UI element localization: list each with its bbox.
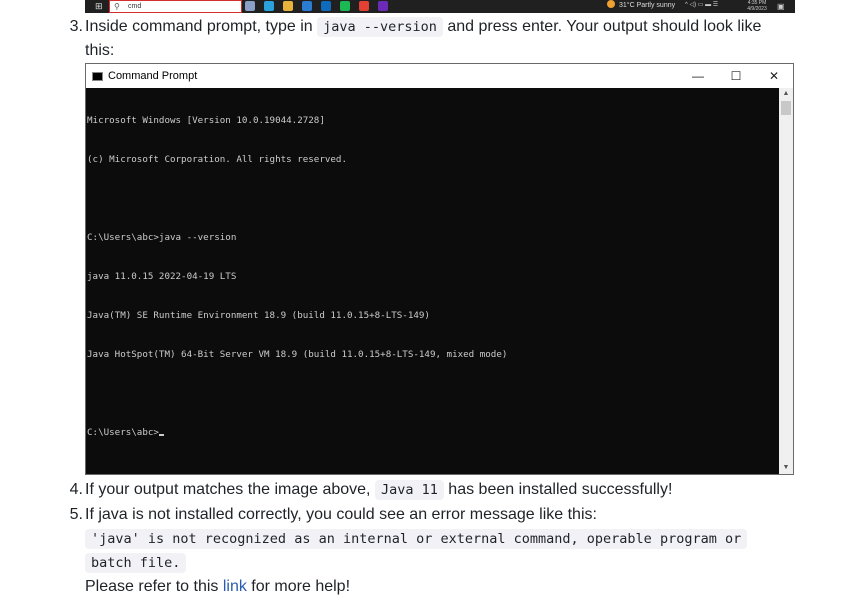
command-prompt-icon xyxy=(92,72,103,81)
console-line: Java(TM) SE Runtime Environment 18.9 (bu… xyxy=(87,310,430,321)
step-number: 3. xyxy=(69,18,83,35)
terminal-app-icon[interactable] xyxy=(378,1,388,11)
step-number: 4. xyxy=(69,481,83,498)
step-text: If java is not installed correctly, you … xyxy=(85,506,597,523)
error-code-block: batch file. xyxy=(85,553,187,573)
step-text-part: and press enter. Your output should look… xyxy=(442,18,762,35)
step-number: 5. xyxy=(69,506,83,523)
windows-start-icon[interactable]: ⊞ xyxy=(95,2,103,11)
code-wrapper: batch file. xyxy=(85,551,187,575)
help-text: Please refer to this link for more help! xyxy=(85,575,350,599)
command-prompt-window: Command Prompt — ☐ ✕ Microsoft Windows [… xyxy=(85,63,794,475)
close-button[interactable]: ✕ xyxy=(755,64,793,88)
help-link[interactable]: link xyxy=(223,578,247,595)
scroll-up-arrow-icon[interactable]: ▲ xyxy=(779,88,793,100)
error-code-block: 'java' is not recognized as an internal … xyxy=(85,529,748,549)
console-line: Microsoft Windows [Version 10.0.19044.27… xyxy=(87,115,325,126)
console-line: C:\Users\abc>java --version xyxy=(87,232,237,243)
vertical-scrollbar[interactable]: ▲ ▼ xyxy=(779,88,793,474)
outlook-icon[interactable] xyxy=(321,1,331,11)
console-prompt-line[interactable]: C:\Users\abc> xyxy=(87,426,777,439)
task-view-icon[interactable] xyxy=(245,1,255,11)
step-text: If your output matches the image above, … xyxy=(85,478,672,502)
weather-text: 31°C Partly sunny xyxy=(619,2,676,9)
step-text-part: has been installed successfully! xyxy=(443,481,673,498)
window-titlebar: Command Prompt — ☐ ✕ xyxy=(86,64,793,88)
console-output: Microsoft Windows [Version 10.0.19044.27… xyxy=(87,88,777,474)
taskbar-weather[interactable]: 31°C Partly sunny xyxy=(607,0,675,11)
step-text-part: for more help! xyxy=(246,578,351,595)
console-prompt: C:\Users\abc> xyxy=(87,427,159,438)
console-line: Java HotSpot(TM) 64-Bit Server VM 18.9 (… xyxy=(87,349,508,360)
window-title: Command Prompt xyxy=(108,70,198,82)
inline-code: Java 11 xyxy=(374,480,444,500)
text-cursor xyxy=(158,434,164,436)
code-wrapper: 'java' is not recognized as an internal … xyxy=(85,527,748,551)
chrome-icon[interactable] xyxy=(359,1,369,11)
search-icon: ⚲ xyxy=(114,2,120,11)
system-tray-icons[interactable]: ^ ◁) ▭ ▬ ☰ xyxy=(685,0,718,11)
windows-taskbar: ⊞ ⚲ cmd 31°C Partly sunny ^ ◁) ▭ ▬ ☰ 4:3… xyxy=(85,0,795,13)
step-text-part: If your output matches the image above, xyxy=(85,481,375,498)
notification-icon[interactable]: ▣ xyxy=(777,2,785,11)
spotify-icon[interactable] xyxy=(340,1,350,11)
file-explorer-icon[interactable] xyxy=(283,1,293,11)
scroll-down-arrow-icon[interactable]: ▼ xyxy=(779,462,793,474)
scrollbar-thumb[interactable] xyxy=(781,101,791,115)
inline-code: java --version xyxy=(317,17,443,37)
taskbar-search-text: cmd xyxy=(128,3,142,10)
step-text-part: Please refer to this xyxy=(85,578,223,595)
step-text-part: Inside command prompt, type in xyxy=(85,18,318,35)
step-text-part: this: xyxy=(85,42,115,59)
clock-date: 4/9/2023 xyxy=(747,6,767,12)
console-line: (c) Microsoft Corporation. All rights re… xyxy=(87,154,347,165)
step-text: Inside command prompt, type in java --ve… xyxy=(85,15,761,39)
taskbar-clock[interactable]: 4:35 PM 4/9/2023 xyxy=(740,0,774,12)
taskbar-pinned-apps xyxy=(245,1,388,12)
weather-icon xyxy=(607,0,615,8)
telegram-icon[interactable] xyxy=(264,1,274,11)
taskbar-search-box[interactable]: ⚲ cmd xyxy=(109,0,242,13)
maximize-button[interactable]: ☐ xyxy=(717,64,755,88)
minimize-button[interactable]: — xyxy=(679,64,717,88)
mail-icon[interactable] xyxy=(302,1,312,11)
console-line: java 11.0.15 2022-04-19 LTS xyxy=(87,271,237,282)
